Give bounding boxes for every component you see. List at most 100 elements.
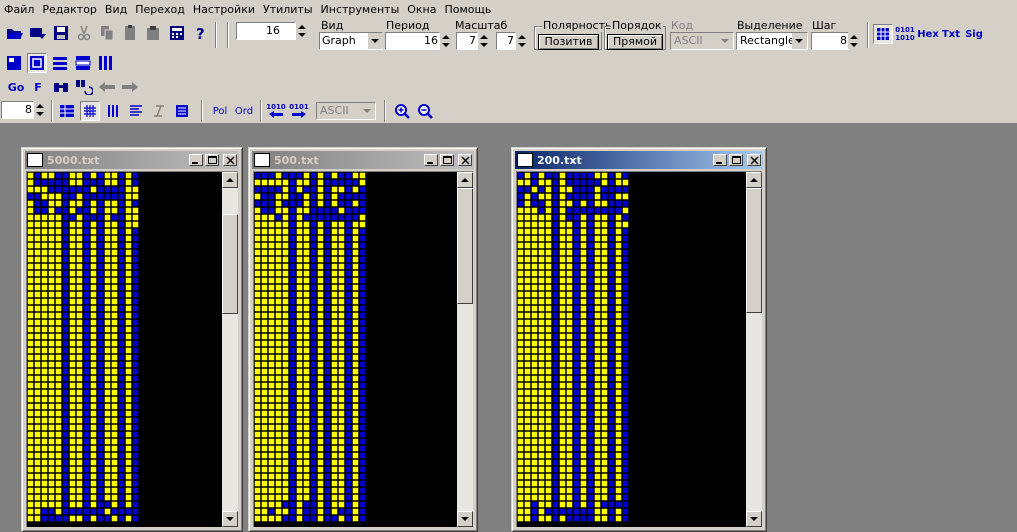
forward-button[interactable] — [120, 77, 140, 97]
binary-mode-button[interactable]: 0101 1010 — [895, 24, 915, 44]
maximize-button[interactable] — [440, 154, 454, 166]
layout-vertical-button[interactable] — [96, 53, 116, 73]
shift-left-button[interactable]: 1010 — [265, 101, 287, 121]
menu-settings[interactable]: Настройки — [189, 0, 259, 19]
table-view-button[interactable] — [57, 101, 77, 121]
menu-tools[interactable]: Инструменты — [317, 0, 404, 19]
polarity-button[interactable]: Позитив — [538, 34, 599, 50]
bits-field[interactable]: 8 — [1, 101, 34, 119]
hex-mode-button[interactable]: Hex — [917, 24, 939, 44]
bits-spinner[interactable] — [34, 102, 48, 118]
maximize-button[interactable] — [729, 154, 743, 166]
binoculars-button[interactable] — [51, 77, 71, 97]
scroll-down-button[interactable] — [222, 511, 238, 527]
italic-button[interactable] — [149, 101, 169, 121]
align-left-button[interactable] — [126, 101, 146, 121]
document-window-500[interactable]: 500.txt — [248, 147, 478, 532]
close-button[interactable] — [223, 154, 237, 166]
row-width-spinner[interactable] — [296, 23, 310, 39]
bit-cell — [538, 312, 545, 319]
scale-x-spinner[interactable] — [478, 33, 492, 49]
bit-cell — [615, 382, 622, 389]
back-button[interactable] — [97, 77, 117, 97]
menu-windows[interactable]: Окна — [403, 0, 440, 19]
clipboard-button[interactable] — [143, 23, 163, 43]
shift-right-button[interactable]: 0101 — [288, 101, 310, 121]
chevron-down-icon[interactable] — [718, 33, 733, 49]
find-button[interactable]: F — [28, 77, 48, 97]
scroll-thumb[interactable] — [746, 188, 762, 313]
step-spinner[interactable] — [848, 33, 862, 49]
menu-editor[interactable]: Редактор — [38, 0, 101, 19]
save-button[interactable] — [51, 23, 71, 43]
replace-button[interactable] — [74, 77, 94, 97]
menu-help[interactable]: Помощь — [441, 0, 496, 19]
vertical-scrollbar[interactable] — [222, 172, 238, 527]
close-button[interactable] — [747, 154, 761, 166]
bit-cell — [324, 291, 331, 298]
menu-file[interactable]: Файл — [0, 0, 38, 19]
scroll-up-button[interactable] — [746, 172, 762, 188]
period-spinner[interactable] — [440, 33, 454, 49]
minimize-button[interactable] — [424, 154, 438, 166]
text-mode-button[interactable]: Txt — [940, 24, 962, 44]
order-toggle-button[interactable]: Ord — [233, 101, 255, 121]
scroll-down-button[interactable] — [457, 511, 473, 527]
step-field[interactable]: 8 — [811, 32, 849, 50]
chevron-down-icon[interactable] — [792, 33, 807, 49]
polarity-toggle-button[interactable]: Pol — [209, 101, 231, 121]
layout-single-button[interactable] — [4, 53, 24, 73]
paste-button[interactable] — [120, 23, 140, 43]
bitmap-canvas[interactable] — [27, 172, 222, 527]
menu-goto[interactable]: Переход — [131, 0, 189, 19]
bit-cell — [538, 172, 545, 179]
vertical-scrollbar[interactable] — [746, 172, 762, 527]
row-width-field[interactable]: 16 — [236, 22, 296, 40]
window-title-bar[interactable]: 5000.txt — [25, 151, 239, 169]
help-button[interactable]: ? — [190, 23, 210, 43]
scroll-thumb[interactable] — [457, 188, 473, 304]
document-window-200[interactable]: 200.txt — [511, 147, 767, 532]
chevron-down-icon[interactable] — [368, 33, 383, 49]
chevron-down-icon[interactable] — [360, 103, 375, 119]
go-button[interactable]: Go — [5, 77, 27, 97]
layout-stack-button[interactable] — [73, 53, 93, 73]
window-title-bar[interactable]: 500.txt — [252, 151, 474, 169]
scroll-up-button[interactable] — [222, 172, 238, 188]
scale-y-field[interactable]: 7 — [496, 32, 516, 50]
block-button[interactable] — [172, 101, 192, 121]
grid-toggle-button[interactable] — [80, 101, 100, 121]
period-field[interactable]: 16 — [385, 32, 440, 50]
scroll-thumb[interactable] — [222, 214, 238, 314]
bitmap-canvas[interactable] — [254, 172, 457, 527]
layout-frame-button[interactable] — [27, 53, 47, 73]
copy-button[interactable] — [97, 23, 117, 43]
calculator-button[interactable] — [167, 23, 187, 43]
minimize-button[interactable] — [713, 154, 727, 166]
scale-x-field[interactable]: 7 — [456, 32, 478, 50]
bit-cell — [48, 221, 55, 228]
vertical-scrollbar[interactable] — [457, 172, 473, 527]
cut-button[interactable] — [74, 23, 94, 43]
window-title-bar[interactable]: 200.txt — [515, 151, 763, 169]
scale-y-spinner[interactable] — [516, 33, 530, 49]
minimize-button[interactable] — [189, 154, 203, 166]
zoom-in-button[interactable] — [392, 101, 412, 121]
signal-mode-button[interactable]: Sig — [963, 24, 985, 44]
zoom-out-button[interactable] — [415, 101, 435, 121]
open-button[interactable] — [5, 23, 25, 43]
bit-cell — [594, 424, 601, 431]
open-recent-button[interactable] — [28, 23, 48, 43]
document-window-5000[interactable]: 5000.txt — [21, 147, 243, 532]
close-button[interactable] — [458, 154, 472, 166]
menu-utilities[interactable]: Утилиты — [259, 0, 317, 19]
graph-mode-button[interactable] — [873, 24, 893, 44]
layout-horizontal-button[interactable] — [50, 53, 70, 73]
scroll-down-button[interactable] — [746, 511, 762, 527]
bitmap-canvas[interactable] — [517, 172, 746, 527]
maximize-button[interactable] — [205, 154, 219, 166]
scroll-up-button[interactable] — [457, 172, 473, 188]
columns-button[interactable] — [103, 101, 123, 121]
menu-view[interactable]: Вид — [101, 0, 131, 19]
order-button[interactable]: Прямой — [607, 34, 663, 50]
